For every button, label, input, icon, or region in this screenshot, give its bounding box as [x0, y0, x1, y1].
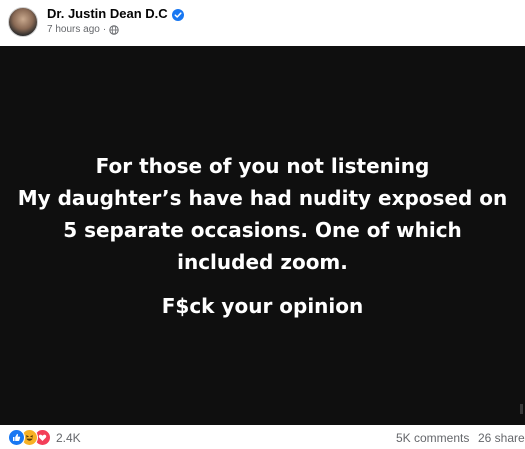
scrollbar-thumb[interactable]	[520, 404, 523, 414]
post-meta: 7 hours ago ·	[47, 24, 119, 35]
post-text-line: My daughter’s have had nudity exposed on	[17, 186, 508, 210]
comments-count-link[interactable]: 5K comments	[396, 431, 469, 445]
post-text: For those of you not listening My daught…	[0, 150, 525, 322]
post-timestamp[interactable]: 7 hours ago	[47, 24, 100, 35]
post-tagline: F$ck your opinion	[161, 294, 364, 318]
post-text-line: included zoom.	[177, 250, 348, 274]
post-text-line: For those of you not listening	[95, 154, 430, 178]
reaction-count: 2.4K	[56, 430, 81, 445]
post-header: Dr. Justin Dean D.C 7 hours ago ·	[0, 0, 525, 46]
author-name[interactable]: Dr. Justin Dean D.C	[47, 6, 168, 21]
like-icon	[8, 429, 25, 446]
post-text-card[interactable]: For those of you not listening My daught…	[0, 46, 525, 425]
author-row: Dr. Justin Dean D.C	[47, 6, 184, 21]
globe-icon[interactable]	[109, 24, 119, 35]
author-avatar[interactable]	[8, 7, 38, 37]
reactions-summary[interactable]: 2.4K	[8, 429, 81, 446]
meta-separator: ·	[102, 24, 107, 35]
shares-count-link[interactable]: 26 shares	[478, 431, 525, 445]
engagement-bar: 2.4K 5K comments 26 shares	[0, 425, 525, 449]
verified-badge-icon	[171, 8, 184, 21]
post-text-line: 5 separate occasions. One of which	[63, 218, 462, 242]
